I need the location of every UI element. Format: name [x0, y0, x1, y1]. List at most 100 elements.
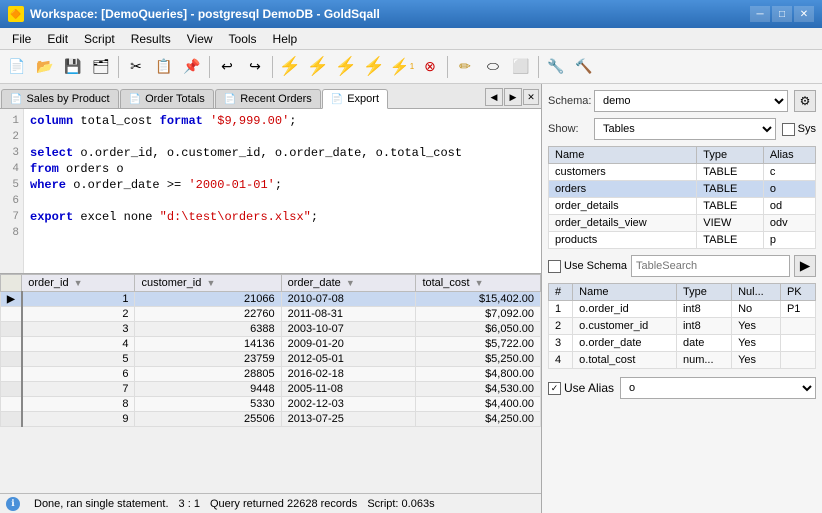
schema-settings-button[interactable]: ⚙	[794, 90, 816, 112]
menu-script[interactable]: Script	[76, 30, 123, 48]
menu-tools[interactable]: Tools	[221, 30, 265, 48]
column-row[interactable]: 3 o.order_date date Yes	[549, 335, 816, 352]
shape2-button[interactable]: ⬜	[508, 54, 534, 80]
tab-prev-button[interactable]: ◀	[485, 88, 503, 106]
col-header-order-date[interactable]: order_date ▼	[281, 275, 416, 292]
tab-icon-2: 📄	[129, 94, 141, 105]
left-panel: 📄 Sales by Product 📄 Order Totals 📄 Rece…	[0, 84, 542, 513]
customer-id-cell: 9448	[135, 382, 281, 397]
show-select[interactable]: Tables	[594, 118, 776, 140]
redo-button[interactable]: ↪	[242, 54, 268, 80]
use-schema-row: Use Schema ▶	[548, 255, 816, 277]
col-type: date	[676, 335, 731, 352]
use-schema-label[interactable]: Use Schema	[548, 260, 627, 273]
db-table-name: orders	[549, 181, 697, 198]
menu-help[interactable]: Help	[265, 30, 306, 48]
use-alias-text: Use Alias	[564, 381, 614, 395]
col-name: o.order_id	[573, 301, 677, 318]
edit-button[interactable]: ✏	[452, 54, 478, 80]
alias-select[interactable]: o	[620, 377, 816, 399]
save-all-button[interactable]: 🗂	[88, 54, 114, 80]
table-row[interactable]: 2 22760 2011-08-31 $7,092.00	[1, 307, 541, 322]
main-area: 📄 Sales by Product 📄 Order Totals 📄 Rece…	[0, 84, 822, 513]
db-table-type: TABLE	[697, 198, 764, 215]
tools1-button[interactable]: 🔧	[543, 54, 569, 80]
table-row[interactable]: 4 14136 2009-01-20 $5,722.00	[1, 337, 541, 352]
table-row[interactable]: 6 28805 2016-02-18 $4,800.00	[1, 367, 541, 382]
table-row[interactable]: 7 9448 2005-11-08 $4,530.00	[1, 382, 541, 397]
table-row[interactable]: ▶ 1 21066 2010-07-08 $15,402.00	[1, 292, 541, 307]
table-search-button[interactable]: ▶	[794, 255, 816, 277]
run-button-2[interactable]: ⚡	[305, 54, 331, 80]
use-schema-text: Use Schema	[564, 260, 627, 272]
open-button[interactable]: 📂	[32, 54, 58, 80]
status-message: Done, ran single statement.	[34, 498, 169, 510]
db-table-row[interactable]: products TABLE p	[549, 232, 816, 249]
customer-id-cell: 25506	[135, 412, 281, 427]
tab-label-2: Order Totals	[145, 93, 205, 105]
tab-order-totals[interactable]: 📄 Order Totals	[120, 89, 214, 108]
menu-edit[interactable]: Edit	[39, 30, 76, 48]
stop-button[interactable]: ⊗	[417, 54, 443, 80]
col-header-customer-id[interactable]: customer_id ▼	[135, 275, 281, 292]
new-button[interactable]: 📄	[4, 54, 30, 80]
db-table-row[interactable]: customers TABLE c	[549, 164, 816, 181]
table-row[interactable]: 9 25506 2013-07-25 $4,250.00	[1, 412, 541, 427]
save-button[interactable]: 💾	[60, 54, 86, 80]
use-schema-checkbox[interactable]	[548, 260, 561, 273]
order-id-cell: 2	[22, 307, 135, 322]
tab-export[interactable]: 📄 Export	[322, 89, 388, 109]
close-button[interactable]: ✕	[794, 6, 814, 22]
row-indicator-cell: ▶	[1, 292, 22, 307]
db-table-row[interactable]: orders TABLE o	[549, 181, 816, 198]
results-table[interactable]: order_id ▼ customer_id ▼ order_date ▼ to…	[0, 274, 541, 493]
use-alias-label[interactable]: Use Alias	[548, 381, 614, 395]
total-cost-cell: $4,800.00	[416, 367, 541, 382]
tab-next-button[interactable]: ▶	[504, 88, 522, 106]
schema-select[interactable]: demo	[594, 90, 788, 112]
sys-checkbox[interactable]	[782, 123, 795, 136]
tab-recent-orders[interactable]: 📄 Recent Orders	[215, 89, 321, 108]
db-table-row[interactable]: order_details TABLE od	[549, 198, 816, 215]
total-cost-cell: $5,250.00	[416, 352, 541, 367]
column-row[interactable]: 1 o.order_id int8 No P1	[549, 301, 816, 318]
order-id-cell: 7	[22, 382, 135, 397]
code-editor[interactable]: 1 2 3 4 5 6 7 8 column total_cost format…	[0, 109, 541, 273]
tools2-button[interactable]: 🔨	[571, 54, 597, 80]
col-nul-header: Nul...	[732, 284, 781, 301]
column-row[interactable]: 4 o.total_cost num... Yes	[549, 352, 816, 369]
menu-view[interactable]: View	[179, 30, 221, 48]
table-row[interactable]: 8 5330 2002-12-03 $4,400.00	[1, 397, 541, 412]
table-row[interactable]: 5 23759 2012-05-01 $5,250.00	[1, 352, 541, 367]
run-button-1[interactable]: ⚡	[277, 54, 303, 80]
run-button-3[interactable]: ⚡	[333, 54, 359, 80]
db-table-row[interactable]: order_details_view VIEW odv	[549, 215, 816, 232]
copy-button[interactable]: 📋	[151, 54, 177, 80]
run-button-4[interactable]: ⚡	[361, 54, 387, 80]
customer-id-cell: 22760	[135, 307, 281, 322]
tab-sales-by-product[interactable]: 📄 Sales by Product	[1, 89, 119, 108]
shape1-button[interactable]: ⬭	[480, 54, 506, 80]
table-row[interactable]: 3 6388 2003-10-07 $6,050.00	[1, 322, 541, 337]
col-header-total-cost[interactable]: total_cost ▼	[416, 275, 541, 292]
col-nullable: Yes	[732, 335, 781, 352]
order-date-cell: 2009-01-20	[281, 337, 416, 352]
undo-button[interactable]: ↩	[214, 54, 240, 80]
col-header-order-id[interactable]: order_id ▼	[22, 275, 135, 292]
sys-checkbox-label[interactable]: Sys	[782, 123, 816, 136]
order-date-cell: 2016-02-18	[281, 367, 416, 382]
minimize-button[interactable]: ─	[750, 6, 770, 22]
run-button-5[interactable]: ⚡1	[389, 54, 415, 80]
cut-button[interactable]: ✂	[123, 54, 149, 80]
maximize-button[interactable]: □	[772, 6, 792, 22]
table-search-input[interactable]	[631, 255, 790, 277]
right-panel: Schema: demo ⚙ Show: Tables Sys Name Typ…	[542, 84, 822, 513]
column-row[interactable]: 2 o.customer_id int8 Yes	[549, 318, 816, 335]
tab-close-button[interactable]: ✕	[523, 89, 539, 105]
menu-file[interactable]: File	[4, 30, 39, 48]
col-name-header: Name	[573, 284, 677, 301]
use-alias-checkbox[interactable]	[548, 382, 561, 395]
code-area[interactable]: column total_cost format '$9,999.00'; se…	[24, 109, 541, 273]
menu-results[interactable]: Results	[123, 30, 179, 48]
paste-button[interactable]: 📌	[179, 54, 205, 80]
